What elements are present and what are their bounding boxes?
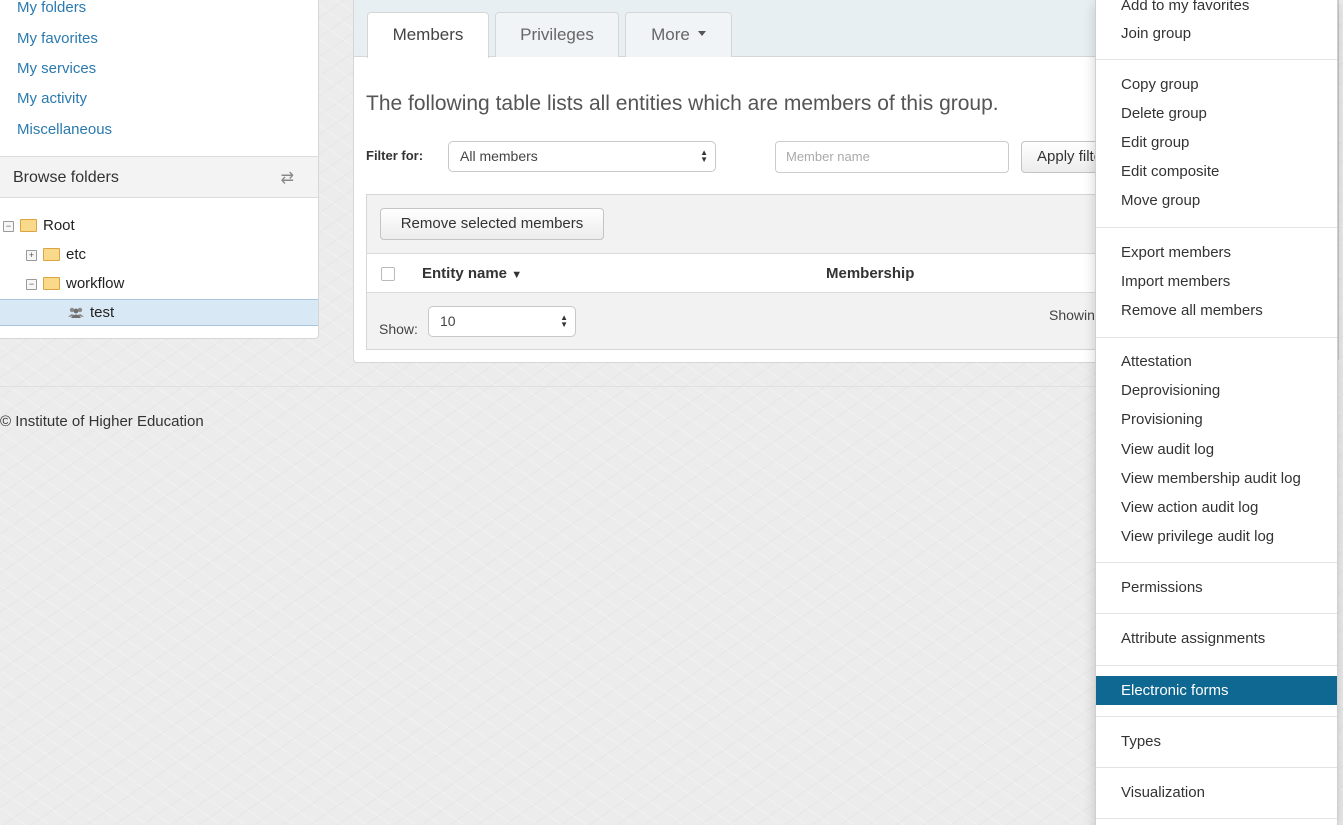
menu-provisioning[interactable]: Provisioning [1096,405,1337,434]
menu-permissions[interactable]: Permissions [1096,573,1337,602]
tab-more[interactable]: More [625,12,732,57]
filter-select-value: All members [460,148,538,164]
left-sidebar: My folders My favorites My services My a… [0,0,319,339]
menu-divider [1096,716,1337,717]
tab-more-label: More [651,25,690,44]
menu-view-action-audit-log[interactable]: View action audit log [1096,493,1337,522]
menu-divider [1096,227,1337,228]
entity-name-header-label: Entity name [422,265,508,282]
page-size-select[interactable]: 10 ▲ ▼ [428,306,576,337]
menu-divider [1096,665,1337,666]
menu-types[interactable]: Types [1096,727,1337,756]
menu-divider [1096,767,1337,768]
table-header: Entity name ▼ Membership [367,253,1115,293]
members-description: The following table lists all entities w… [366,92,999,115]
menu-view-privilege-audit-log[interactable]: View privilege audit log [1096,522,1337,551]
nav-my-folders[interactable]: My folders [17,0,86,16]
menu-divider [1096,337,1337,338]
nav-my-activity[interactable]: My activity [17,90,87,107]
menu-edit-group[interactable]: Edit group [1096,128,1337,157]
menu-divider [1096,818,1337,819]
remove-selected-members-button[interactable]: Remove selected members [380,208,604,240]
membership-header: Membership [826,265,915,282]
collapse-icon[interactable]: − [3,220,14,232]
folder-open-icon [43,276,60,290]
select-arrows-icon: ▲ ▼ [700,148,708,164]
folder-icon [43,247,60,261]
menu-delete-group[interactable]: Delete group [1096,99,1337,128]
tree-item-etc[interactable]: + etc [26,243,86,267]
menu-view-membership-audit-log[interactable]: View membership audit log [1096,464,1337,493]
menu-electronic-forms[interactable]: Electronic forms [1096,676,1337,705]
filter-label: Filter for: [366,148,424,163]
swap-icon[interactable]: ⇄ [281,168,294,188]
menu-export-members[interactable]: Export members [1096,238,1337,267]
tab-bar: Members Privileges More [354,0,1114,58]
menu-add-to-favorites[interactable]: Add to my favorites [1096,0,1337,20]
tree-item-workflow[interactable]: − workflow [26,272,124,296]
menu-view-audit-log[interactable]: View audit log [1096,435,1337,464]
menu-join-group[interactable]: Join group [1096,19,1337,48]
menu-copy-group[interactable]: Copy group [1096,70,1337,99]
menu-divider [1096,562,1337,563]
more-actions-menu: Add to my favorites Join group Copy grou… [1095,0,1338,825]
tree-label-root: Root [43,217,75,234]
nav-miscellaneous[interactable]: Miscellaneous [17,121,112,138]
select-all-checkbox[interactable] [381,267,395,281]
menu-divider [1096,59,1337,60]
tree-label-workflow: workflow [66,275,125,292]
tree-label-test: test [90,304,115,321]
tree-item-test[interactable]: test [0,299,318,326]
browse-folders-title: Browse folders [13,169,119,186]
expand-icon[interactable]: + [26,249,37,261]
browse-folders-header: Browse folders ⇄ [0,156,318,198]
select-arrows-icon: ▲ ▼ [560,313,568,329]
caret-down-icon [697,31,706,37]
menu-import-members[interactable]: Import members [1096,267,1337,296]
filter-select[interactable]: All members ▲ ▼ [448,141,716,172]
main-panel: Members Privileges More The following ta… [353,0,1115,363]
nav-my-favorites[interactable]: My favorites [17,30,98,47]
scrollbar-edge [1338,0,1339,360]
sort-caret-icon: ▼ [511,269,523,281]
group-icon [68,307,84,318]
menu-attestation[interactable]: Attestation [1096,347,1337,376]
folder-open-icon [20,218,37,232]
menu-move-group[interactable]: Move group [1096,186,1337,215]
menu-visualization[interactable]: Visualization [1096,778,1337,807]
tree-label-etc: etc [66,246,87,263]
nav-my-services[interactable]: My services [17,60,96,77]
menu-attribute-assignments[interactable]: Attribute assignments [1096,624,1337,653]
menu-remove-all-members[interactable]: Remove all members [1096,296,1337,325]
tab-members[interactable]: Members [367,12,489,58]
tree-item-root[interactable]: − Root [3,214,75,238]
menu-edit-composite[interactable]: Edit composite [1096,157,1337,186]
footer-divider [0,386,1100,387]
members-table: Remove selected members Entity name ▼ Me… [366,194,1115,350]
collapse-icon[interactable]: − [26,278,37,290]
tab-privileges[interactable]: Privileges [495,12,619,57]
menu-divider [1096,613,1337,614]
entity-name-header[interactable]: Entity name ▼ [422,265,522,282]
menu-deprovisioning[interactable]: Deprovisioning [1096,376,1337,405]
footer-copyright: © Institute of Higher Education [0,413,204,430]
page-size-value: 10 [440,313,456,329]
show-label: Show: [379,321,418,337]
member-name-input[interactable]: Member name [775,141,1009,173]
